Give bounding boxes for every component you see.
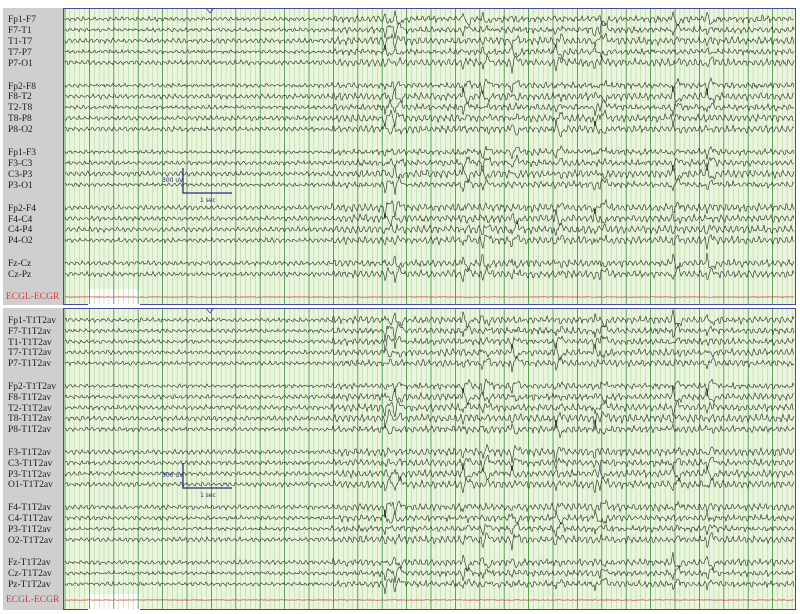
ecg-trace (64, 296, 795, 298)
average-montage-panel: Fp1-T1T2av F7-T1T2av T1-T1T2av T7-T1T2av P7-… (0, 308, 800, 614)
eeg-trace-canvas: 300 uV 1 sec (64, 308, 795, 609)
scale-bar (182, 168, 232, 194)
scale-time-label: 1 sec (200, 197, 216, 204)
scale-time-label: 1 sec (200, 492, 216, 499)
time-cursor-marker (205, 7, 215, 14)
scale-amplitude-label: 300 uV (162, 472, 184, 479)
bipolar-montage-panel: Fp1-F7 F7-T1 T1-T7 T7-P7 P7-O1 Fp2-F8 F8-T2 T2-… (0, 5, 800, 305)
time-cursor-marker (205, 308, 215, 314)
scale-amplitude-label: 300 uV (162, 177, 184, 184)
eeg-trace-canvas: 300 uV 1 sec (64, 7, 795, 304)
eeg-viewer: Fp1-F7 F7-T1 T1-T7 T7-P7 P7-O1 Fp2-F8 F8-T2 T2-… (0, 0, 800, 614)
